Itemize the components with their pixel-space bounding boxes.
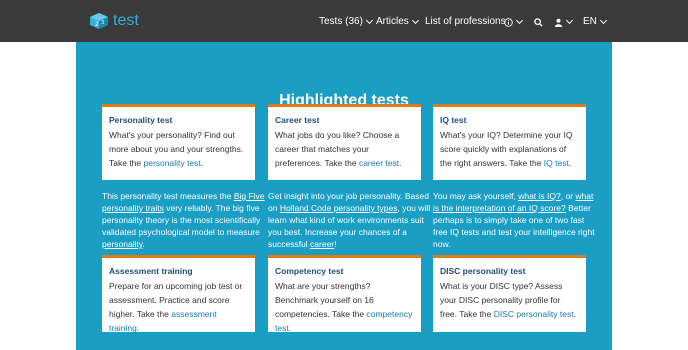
info-icon [504,17,513,27]
holland-code-link[interactable]: Holland Code personality types [280,203,398,213]
card-assessment-training[interactable]: Assessment training Prepare for an upcom… [102,255,255,333]
top-navbar: 2 3 test Tests (36) Articles List of pro… [0,0,688,42]
card-text: What jobs do you like? Choose a career t… [275,130,402,168]
career-test-description: Get insight into your job personality. B… [268,191,431,249]
card-text: What's your IQ? Determine your IQ score … [440,130,573,168]
chevron-down-icon [365,16,373,25]
chevron-down-icon [515,16,524,25]
card-title: Personality test [109,115,173,125]
card-title: IQ test [440,115,467,125]
nav-list-of-professions[interactable]: List of professions [425,14,506,30]
disc-personality-test-link[interactable]: DISC personality test [494,309,574,319]
brain-cube-logo-icon: 2 3 [90,13,108,29]
nav-search-button[interactable] [534,14,543,30]
card-disc-personality-test[interactable]: DISC personality test What is your DISC … [433,255,586,332]
card-title: Competency test [275,266,344,276]
card-iq-test[interactable]: IQ test What's your IQ? Determine your I… [433,104,586,180]
chevron-down-icon [599,16,607,25]
card-title: Career test [275,115,320,125]
chevron-down-icon [565,16,574,25]
nav-tests-dropdown[interactable]: Tests (36) [319,14,373,30]
card-competency-test[interactable]: Competency test What are your strengths?… [268,255,421,333]
nav-info-dropdown[interactable] [504,14,524,30]
card-personality-test[interactable]: Personality test What's your personality… [102,104,255,180]
site-logo[interactable]: 2 3 test [89,12,139,30]
career-test-link[interactable]: career test [359,158,399,168]
nav-user-dropdown[interactable] [554,14,574,30]
personality-test-description: This personality test measures the Big F… [102,191,265,249]
nav-articles-label: Articles [376,16,409,27]
nav-tests-label: Tests (36) [319,16,363,27]
personality-test-link[interactable]: personality test [144,158,201,168]
nav-articles-dropdown[interactable]: Articles [376,14,419,30]
career-link[interactable]: career [310,239,334,249]
card-career-test[interactable]: Career test What jobs do you like? Choos… [268,104,421,180]
brand-name: test [113,12,139,29]
user-icon [554,18,563,27]
card-text: What's your personality? Find out more a… [109,130,244,168]
card-text: Prepare for an upcoming job test or asse… [109,281,243,333]
nav-language-label: EN [583,16,597,27]
nav-professions-label: List of professions [425,16,506,27]
personality-link[interactable]: personality [102,239,142,249]
card-text: What is your DISC type? Assess your DISC… [440,281,576,319]
iq-test-description: You may ask yourself, what is IQ?, or wh… [433,191,595,249]
card-text: What are your strengths? Benchmark yours… [275,281,413,333]
nav-language-dropdown[interactable]: EN [583,14,607,30]
card-title: Assessment training [109,266,193,276]
svg-text:2: 2 [95,21,99,28]
svg-text:3: 3 [101,20,104,26]
what-is-iq-link[interactable]: what is IQ? [518,191,561,201]
highlighted-tests-section: Highlighted tests Personality test What'… [76,42,612,350]
chevron-down-icon [411,16,419,25]
iq-test-link[interactable]: IQ test [544,158,569,168]
card-title: DISC personality test [440,266,526,276]
search-icon [534,17,543,27]
